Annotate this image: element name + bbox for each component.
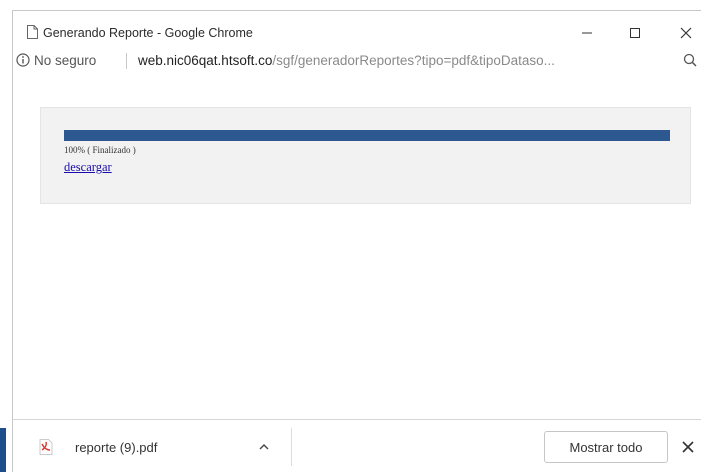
pdf-file-icon xyxy=(39,439,53,455)
page-content: 100% ( Finalizado ) descargar xyxy=(13,75,701,425)
address-bar[interactable]: No seguro web.nic06qat.htsoft.co/sgf/gen… xyxy=(13,45,701,75)
close-shelf-button[interactable] xyxy=(677,436,699,458)
report-panel: 100% ( Finalizado ) descargar xyxy=(40,107,691,204)
info-icon[interactable] xyxy=(16,53,30,67)
progress-status: 100% ( Finalizado ) xyxy=(64,145,136,155)
download-item[interactable]: reporte (9).pdf xyxy=(31,430,289,464)
close-icon xyxy=(682,441,694,453)
download-link[interactable]: descargar xyxy=(64,160,112,175)
security-label[interactable]: No seguro xyxy=(34,53,96,68)
download-file-name: reporte (9).pdf xyxy=(75,440,158,455)
chevron-up-icon[interactable] xyxy=(257,440,271,454)
chrome-popup-window: Generando Reporte - Google Chrome No seg… xyxy=(12,10,701,473)
address-divider xyxy=(126,53,127,69)
url-text[interactable]: web.nic06qat.htsoft.co/sgf/generadorRepo… xyxy=(138,53,678,68)
close-icon xyxy=(680,27,692,39)
window-title: Generando Reporte - Google Chrome xyxy=(43,26,253,40)
maximize-button[interactable] xyxy=(615,19,655,47)
download-shelf: reporte (9).pdf Mostrar todo xyxy=(13,419,701,473)
url-path: /sgf/generadorReportes?tipo=pdf&tipoData… xyxy=(272,53,555,68)
close-window-button[interactable] xyxy=(666,19,701,47)
shelf-divider xyxy=(291,428,292,466)
minimize-icon xyxy=(582,32,592,34)
zoom-icon[interactable] xyxy=(683,53,697,67)
progress-fill xyxy=(64,130,670,141)
minimize-button[interactable] xyxy=(567,19,607,47)
maximize-icon xyxy=(630,28,640,38)
page-icon xyxy=(27,25,38,39)
progress-bar xyxy=(64,130,670,141)
desktop-edge xyxy=(0,0,12,472)
url-host: web.nic06qat.htsoft.co xyxy=(138,53,273,68)
show-all-button[interactable]: Mostrar todo xyxy=(544,431,668,463)
taskbar-accent xyxy=(0,428,6,472)
